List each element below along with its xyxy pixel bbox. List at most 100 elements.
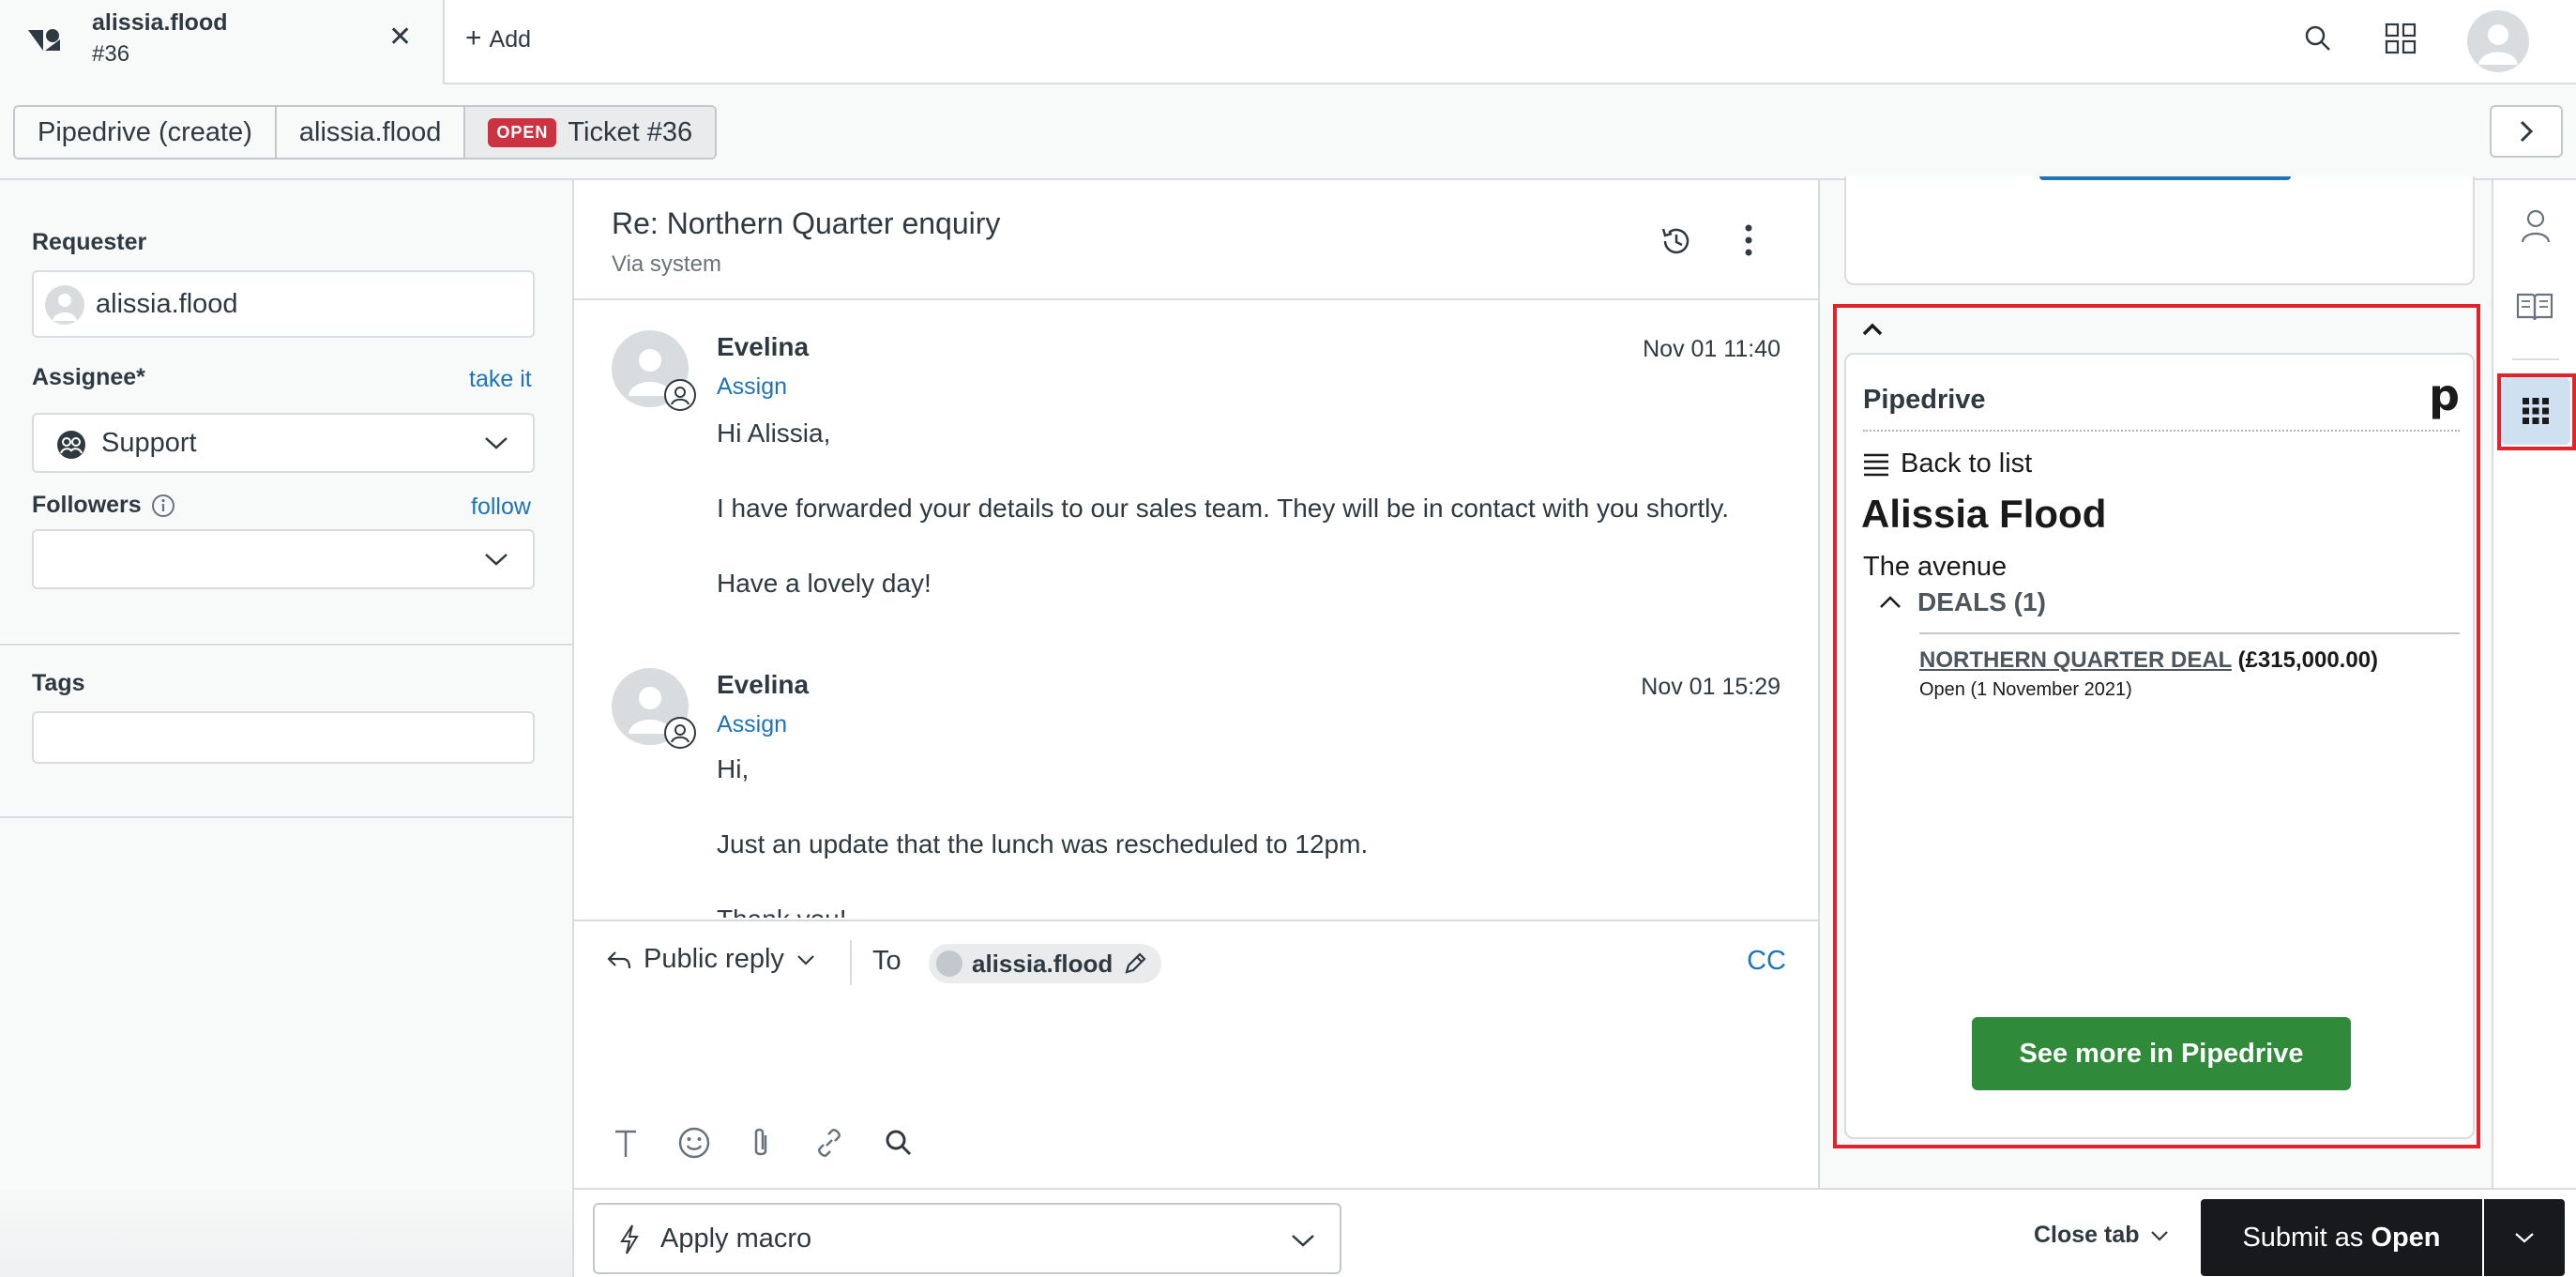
divider bbox=[850, 940, 852, 985]
link-icon[interactable] bbox=[812, 1126, 846, 1160]
assignee-field[interactable]: Support bbox=[32, 413, 535, 473]
recipient-name: alissia.flood bbox=[972, 949, 1114, 978]
attachment-icon[interactable] bbox=[749, 1126, 773, 1160]
deal-item: NORTHERN QUARTER DEAL (£315,000.00) bbox=[1919, 647, 2378, 674]
followers-field[interactable] bbox=[32, 529, 535, 589]
close-tab-dropdown[interactable]: Close tab bbox=[2034, 1222, 2170, 1249]
followers-label-wrap: Followers bbox=[32, 492, 175, 519]
author-avatar bbox=[612, 330, 696, 411]
emoji-icon[interactable] bbox=[677, 1126, 711, 1160]
breadcrumb-item-requester[interactable]: alissia.flood bbox=[276, 107, 466, 158]
requester-avatar bbox=[45, 285, 84, 325]
follow-link[interactable]: follow bbox=[471, 494, 531, 521]
reply-type-dropdown[interactable]: Public reply bbox=[606, 944, 816, 975]
assignee-label: Assignee* bbox=[32, 364, 145, 390]
chevron-down-icon bbox=[2515, 1233, 2534, 1243]
divider bbox=[2512, 358, 2559, 360]
close-tab-icon[interactable]: ✕ bbox=[388, 21, 412, 53]
apply-macro-label: Apply macro bbox=[660, 1224, 812, 1254]
requester-field[interactable]: alissia.flood bbox=[32, 270, 535, 338]
divider bbox=[1863, 430, 2460, 432]
search-icon[interactable] bbox=[884, 1128, 914, 1158]
zendesk-logo-icon bbox=[28, 29, 60, 51]
apps-grid-icon[interactable] bbox=[2523, 398, 2549, 424]
pipedrive-app: Pipedrive p Back to list Alissia Flood T… bbox=[1844, 353, 2475, 1139]
close-tab-label: Close tab bbox=[2034, 1222, 2140, 1248]
back-to-list-link[interactable]: Back to list bbox=[1863, 448, 2032, 479]
message-line: I have forwarded your details to our sal… bbox=[717, 494, 1730, 523]
deals-toggle[interactable]: DEALS (1) bbox=[1878, 587, 2046, 617]
reply-composer: Public reply To alissia.flood CC bbox=[574, 920, 1818, 1191]
next-button[interactable] bbox=[2490, 105, 2563, 158]
breadcrumb-item-pipedrive[interactable]: Pipedrive (create) bbox=[15, 107, 277, 158]
chevron-up-icon[interactable] bbox=[1861, 321, 1884, 338]
group-icon bbox=[57, 431, 85, 459]
message-line: Thank you! bbox=[717, 905, 847, 918]
breadcrumb: Pipedrive (create) alissia.flood OPEN Ti… bbox=[13, 105, 718, 160]
recipient-avatar bbox=[936, 950, 962, 977]
message-line: Hi, bbox=[717, 754, 750, 783]
ticket-properties-panel: Requester alissia.flood Assignee* take i… bbox=[0, 180, 574, 1277]
take-it-link[interactable]: take it bbox=[469, 366, 532, 393]
deal-status: Open (1 November 2021) bbox=[1919, 679, 2132, 700]
followers-label: Followers bbox=[32, 492, 142, 518]
add-label: Add bbox=[489, 26, 532, 53]
message-line: Hi Alissia, bbox=[717, 418, 831, 448]
divider bbox=[0, 644, 572, 646]
recipient-chip[interactable]: alissia.flood bbox=[929, 944, 1162, 983]
message-author: Evelina bbox=[717, 332, 810, 361]
chevron-up-icon bbox=[1880, 596, 1901, 608]
text-format-icon[interactable] bbox=[612, 1128, 640, 1160]
submit-options-button[interactable] bbox=[2484, 1199, 2565, 1276]
submit-prefix: Submit as bbox=[2242, 1222, 2364, 1253]
info-icon[interactable] bbox=[151, 494, 175, 518]
requester-label: Requester bbox=[32, 229, 147, 255]
add-tab-button[interactable]: + Add bbox=[465, 23, 531, 54]
ticket-footer: Apply macro Close tab Submit as Open bbox=[574, 1188, 2576, 1277]
status-badge: OPEN bbox=[488, 117, 557, 147]
tags-field[interactable] bbox=[32, 711, 535, 764]
divider bbox=[1919, 632, 2460, 634]
apply-macro-dropdown[interactable]: Apply macro bbox=[593, 1203, 1341, 1274]
message: Evelina Assign Nov 01 15:29 Hi, Just an … bbox=[574, 668, 1818, 918]
more-options-icon[interactable] bbox=[1743, 223, 1754, 257]
breadcrumb-item-ticket[interactable]: OPEN Ticket #36 bbox=[465, 107, 716, 158]
reply-arrow-icon bbox=[607, 950, 631, 968]
list-icon bbox=[1864, 453, 1888, 476]
submit-button[interactable]: Submit as Open bbox=[2201, 1199, 2482, 1276]
person-icon bbox=[53, 294, 77, 321]
requester-value: alissia.flood bbox=[96, 289, 238, 319]
ticket-subject[interactable]: Re: Northern Quarter enquiry bbox=[612, 206, 1000, 241]
search-icon[interactable] bbox=[2304, 24, 2332, 53]
tab-subtitle: #36 bbox=[92, 41, 130, 67]
pencil-icon[interactable] bbox=[1122, 950, 1148, 977]
product-grid-icon[interactable] bbox=[2385, 23, 2417, 54]
tags-label: Tags bbox=[32, 670, 85, 696]
message-author: Evelina bbox=[717, 670, 810, 699]
assign-link[interactable]: Assign bbox=[717, 373, 787, 401]
ticket-tab[interactable]: alissia.flood #36 ✕ bbox=[0, 0, 445, 84]
back-to-list-label: Back to list bbox=[1901, 448, 2033, 479]
deal-link[interactable]: NORTHERN QUARTER DEAL bbox=[1919, 647, 2232, 673]
see-more-in-pipedrive-button[interactable]: See more in Pipedrive bbox=[1972, 1017, 2351, 1090]
user-avatar-icon bbox=[2478, 24, 2518, 65]
assign-link[interactable]: Assign bbox=[717, 711, 787, 738]
cc-button[interactable]: CC bbox=[1747, 946, 1786, 977]
knowledge-book-icon[interactable] bbox=[2516, 291, 2553, 323]
apps-panel: Pipedrive p Back to list Alissia Flood T… bbox=[1818, 176, 2492, 1191]
pipedrive-logo: p bbox=[2429, 370, 2460, 420]
history-icon[interactable] bbox=[1659, 223, 1694, 259]
agent-badge-icon bbox=[664, 379, 696, 411]
app-title: Pipedrive bbox=[1863, 385, 1986, 415]
top-bar: alissia.flood #36 ✕ + Add bbox=[0, 0, 2576, 84]
chevron-down-icon bbox=[797, 954, 814, 965]
breadcrumb-bar: Pipedrive (create) alissia.flood OPEN Ti… bbox=[0, 84, 2576, 180]
customer-context-icon[interactable] bbox=[2520, 208, 2552, 244]
message: Evelina Assign Nov 01 11:40 Hi Alissia, … bbox=[574, 330, 1818, 612]
chevron-down-icon bbox=[2150, 1230, 2168, 1241]
user-avatar[interactable] bbox=[2467, 10, 2529, 72]
context-panel-rail bbox=[2492, 180, 2576, 1191]
message-line: Just an update that the lunch was resche… bbox=[717, 829, 1369, 859]
chevron-down-icon bbox=[1292, 1235, 1314, 1247]
conversation-header: Re: Northern Quarter enquiry Via system bbox=[574, 180, 1818, 300]
